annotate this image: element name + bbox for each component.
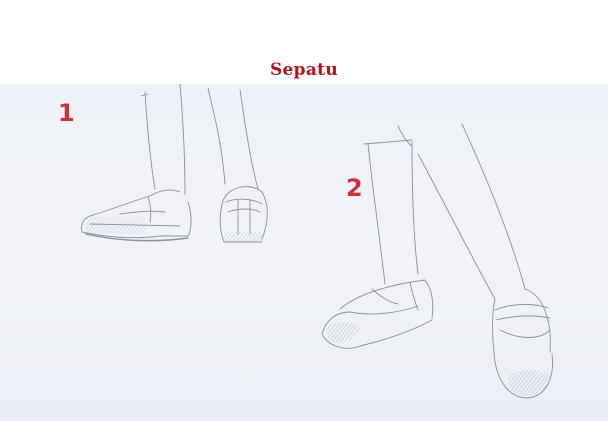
- page-title: Sepatu: [269, 60, 338, 80]
- sketch-2-shoes: [321, 123, 553, 399]
- page: Sepatu 1 2: [0, 0, 608, 421]
- sketch-1-shoes: [81, 84, 268, 243]
- sketch-number-1: 1: [58, 99, 75, 127]
- pencil-sketch-image: 1 2: [0, 84, 608, 421]
- shoe-sketch-illustration: [81, 84, 553, 399]
- sketch-number-2: 2: [346, 174, 363, 202]
